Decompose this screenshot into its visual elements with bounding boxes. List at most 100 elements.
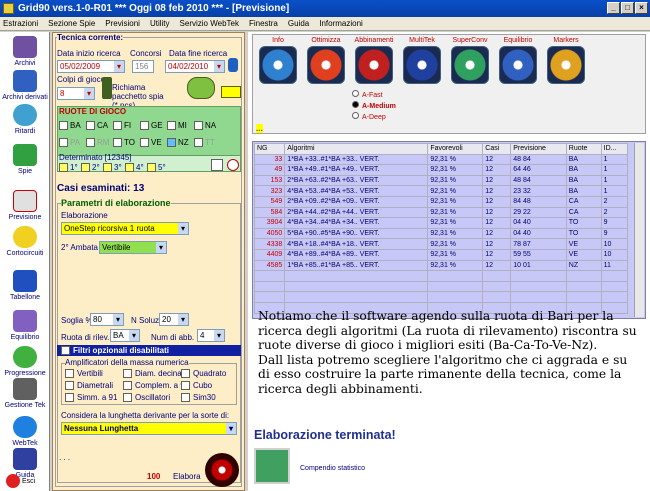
nsoluz-select[interactable]: 20 [159,313,189,326]
info-icon[interactable] [228,58,238,72]
minimize-button[interactable]: _ [607,2,620,14]
ampl-checkbox-1[interactable] [65,369,74,378]
ruota-checkbox-fi[interactable] [113,121,122,130]
ampl-checkbox-6[interactable] [181,381,190,390]
sidebar-item-webtek[interactable]: WebTek [0,416,50,447]
concorsi-field[interactable]: 156 [132,60,154,73]
ruota-checkbox-pa[interactable] [59,138,68,147]
ampl-checkbox-2[interactable] [123,369,132,378]
det-confirm-button[interactable] [211,159,223,171]
table-row[interactable]: 153 2*BA +63..#2*BA +63.. VERT. 92,31 % 12 4… [253,174,629,187]
ruota-checkbox-ca[interactable] [86,121,95,130]
ruota-checkbox-tt[interactable] [194,138,203,147]
table-row[interactable]: 49 1*BA +49..#1*BA +49.. VERT. 92,31 % 12 64… [253,164,629,176]
load-package-button[interactable] [187,77,215,99]
maximize-button[interactable]: □ [621,2,634,14]
table-row[interactable]: 584 2*BA +44..#2*BA +44.. VERT. 92,31 % 12 2… [253,206,629,219]
ampl-checkbox-9[interactable] [181,393,190,402]
sidebar-item-progressione[interactable]: Progressione [0,346,50,377]
balance-icon [13,310,37,332]
table-cell: 92,31 % [427,164,484,176]
menu-previsioni[interactable]: Previsioni [105,17,140,30]
det-cancel-button[interactable] [227,159,239,171]
sidebar-item-esci[interactable]: Esci [0,474,50,488]
sidebar-item-ritardi[interactable]: Ritardi [0,104,50,135]
colpi-field[interactable]: 8 [57,87,95,100]
table-row[interactable]: 33 1*BA +33..#1*BA +33.. VERT. 92,31 % 12 48… [253,153,629,166]
data-fine-field[interactable]: 04/02/2010 [165,60,225,73]
column-header[interactable]: Ruote [565,143,602,155]
det-checkbox-2[interactable] [81,163,90,172]
sidebar-item-tabellone[interactable]: Tabellone [0,270,50,301]
sidebar-item-spie[interactable]: Spie [0,144,50,175]
ruota-checkbox-ge[interactable] [140,121,149,130]
compendio-button[interactable] [254,448,290,484]
toolbar-markers[interactable]: Markers [544,37,588,84]
ampl-checkbox-8[interactable] [123,393,132,402]
menu-utility[interactable]: Utility [150,17,170,30]
column-header[interactable]: ID... [600,143,629,155]
ruota-select[interactable]: BA [110,329,140,342]
lunghetta-select[interactable]: Nessuna Lunghetta [61,422,237,435]
menu-estrazioni[interactable]: Estrazioni [3,17,38,30]
column-header[interactable]: Algoritmi [284,143,429,155]
det-checkbox-3[interactable] [103,163,112,172]
table-row[interactable]: 549 2*BA +09..#2*BA +09.. VERT. 92,31 % 12 8… [253,195,629,208]
column-header[interactable]: Previsione [510,143,567,155]
table-cell: 12 [482,259,512,272]
menu-sezione-spie[interactable]: Sezione Spie [48,17,95,30]
table-row[interactable]: 323 4*BA +53..#4*BA +53.. VERT. 92,31 % 12 2… [253,185,629,197]
toolbar-info[interactable]: Info [256,37,300,84]
menu-servizio-webtek[interactable]: Servizio WebTek [180,17,239,30]
ambata-select[interactable]: Vertibile [99,241,167,254]
ruota-checkbox-ba[interactable] [59,121,68,130]
ruota-checkbox-na[interactable] [194,121,203,130]
numabb-select[interactable]: 4 [197,329,225,342]
column-header[interactable]: NG [253,143,286,155]
ampl-checkbox-3[interactable] [181,369,190,378]
toolbar-superconv[interactable]: SuperConv [448,37,492,84]
table-row[interactable]: 3904 4*BA +34..#4*BA +34.. VERT. 92,31 % 12… [253,217,629,229]
sidebar-item-previsione[interactable]: Previsione [0,190,50,221]
spy-icon [13,144,37,166]
toolbar-abbinamenti[interactable]: Abbinamenti [352,37,396,84]
column-header[interactable]: Favorevoli [427,143,484,155]
ruota-checkbox-mi[interactable] [167,121,176,130]
table-row[interactable]: 4585 1*BA +85..#1*BA +85.. VERT. 92,31 % 12… [253,259,629,272]
filtri-checkbox[interactable] [61,346,70,355]
menu-guida[interactable]: Guida [288,17,309,30]
sidebar-item-equilibrio[interactable]: Equilibrio [0,310,50,341]
ampl-checkbox-7[interactable] [65,393,74,402]
table-row[interactable]: 4409 4*BA +89..#4*BA +89.. VERT. 92,31 % 12… [253,248,629,261]
sidebar-item-archivi-derivati[interactable]: Archivi derivati [0,70,50,101]
table-scrollbar[interactable] [634,143,644,317]
data-inizio-field[interactable]: 05/02/2009 [57,60,125,73]
det-checkbox-4[interactable] [125,163,134,172]
toolbar-equilibrio[interactable]: Equilibrio [496,37,540,84]
ruota-checkbox-ve[interactable] [140,138,149,147]
toolbar-multitek[interactable]: MultiTek [400,37,444,84]
menu-finestra[interactable]: Finestra [249,17,278,30]
soglia-select[interactable]: 80 [90,313,124,326]
column-header[interactable]: Casi [482,143,512,155]
table-row[interactable]: 4338 4*BA +18..#4*BA +18.. VERT. 92,31 % 12… [253,238,629,250]
algo-option-3[interactable]: A-Deep [352,112,386,121]
ruota-checkbox-rm[interactable] [86,138,95,147]
sidebar-item-archivi[interactable]: Archivi [0,36,50,67]
close-button[interactable]: × [635,2,648,14]
algo-option-1[interactable]: A-Fast [352,90,383,99]
elabora-button[interactable] [205,453,239,487]
menu-informazioni[interactable]: Informazioni [319,17,363,30]
sidebar-item-cortocircuiti[interactable]: Cortocircuiti [0,226,50,257]
ampl-checkbox-4[interactable] [65,381,74,390]
algo-option-2[interactable]: A-Medium [352,101,396,110]
toolbar-ottimizza[interactable]: Ottimizza [304,37,348,84]
table-row[interactable]: 4050 5*BA +90..#5*BA +90.. VERT. 92,31 % 12… [253,227,629,240]
ruota-checkbox-nz[interactable] [167,138,176,147]
elaborazione-select[interactable]: OneStep ricorsiva 1 ruota [61,222,189,235]
ampl-checkbox-5[interactable] [123,381,132,390]
sidebar-item-gestione-tek[interactable]: Gestione Tek [0,378,50,409]
ruota-checkbox-to[interactable] [113,138,122,147]
det-checkbox-5[interactable] [147,163,156,172]
det-checkbox-1[interactable] [59,163,68,172]
